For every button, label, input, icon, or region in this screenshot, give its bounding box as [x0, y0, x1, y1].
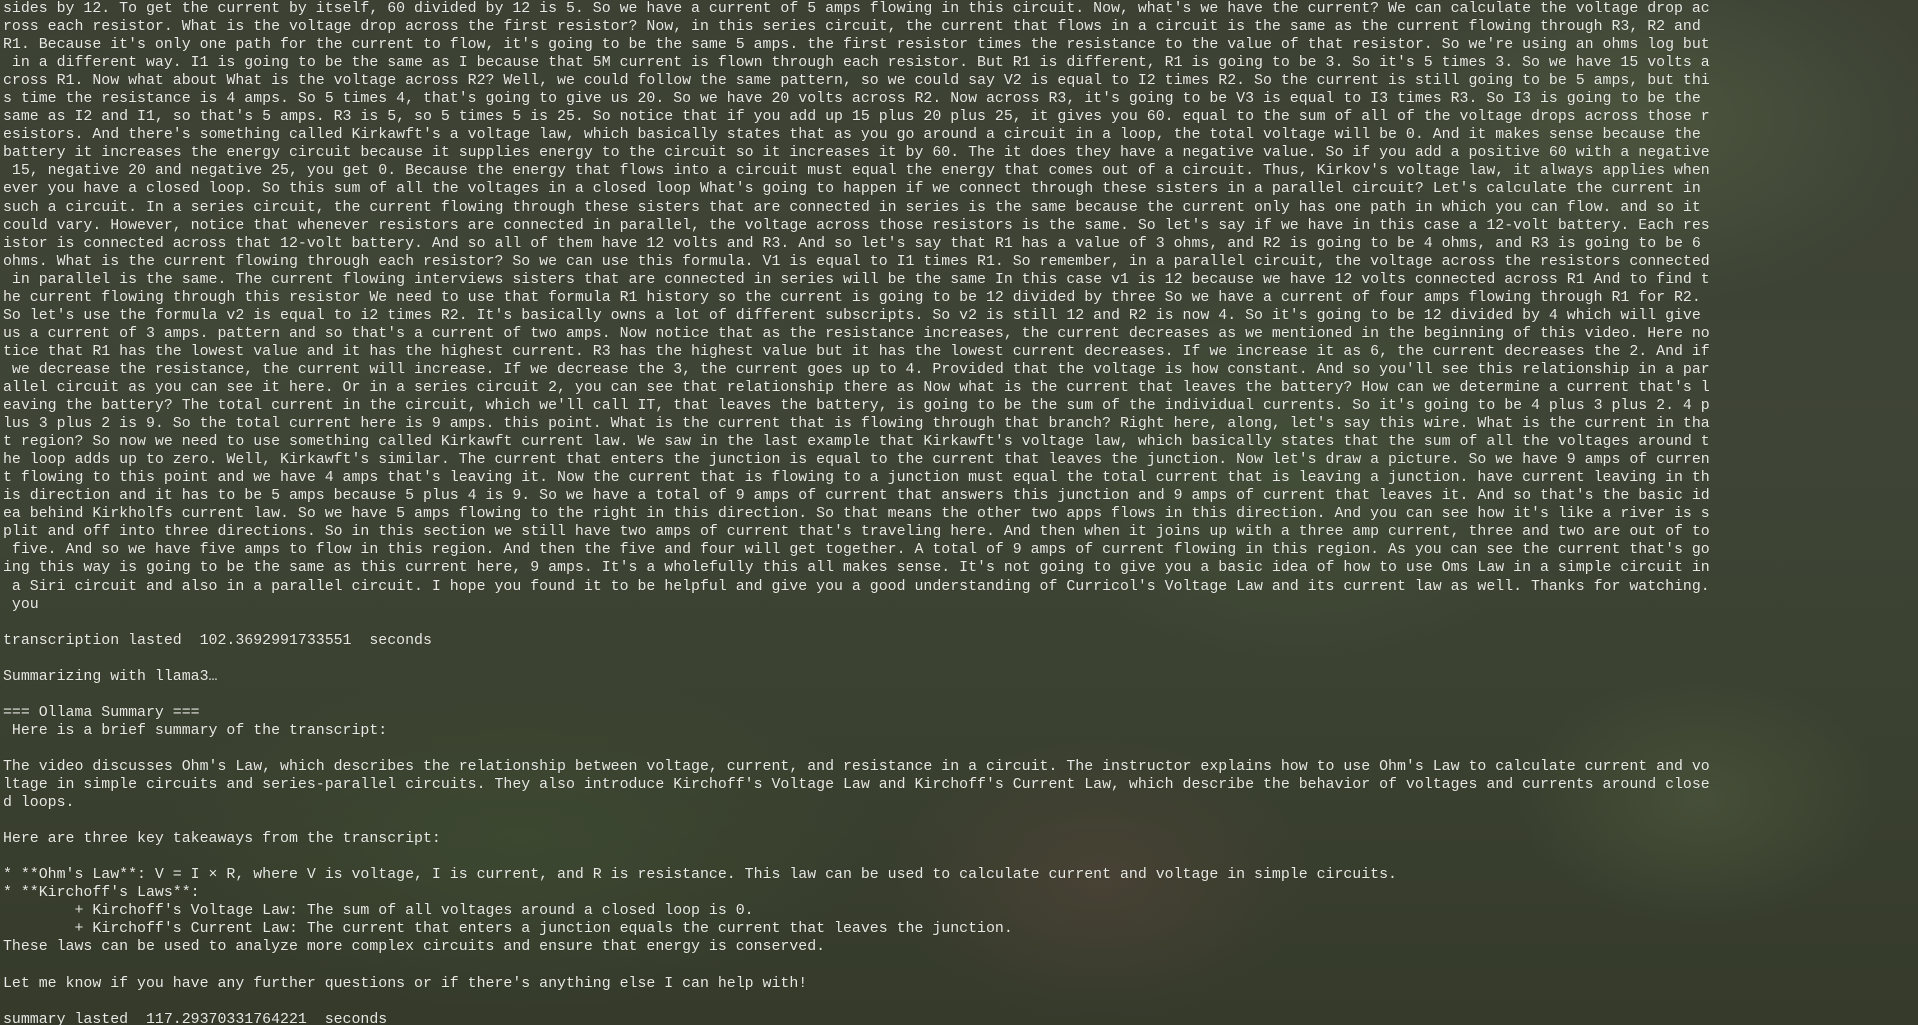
- terminal-line: + Kirchoff's Current Law: The current th…: [3, 921, 1013, 938]
- terminal-line: eaving the battery? The total current in…: [3, 398, 1710, 415]
- terminal-line: battery it increases the energy circuit …: [3, 145, 1710, 162]
- terminal-line: Here are three key takeaways from the tr…: [3, 831, 441, 848]
- terminal-line: * **Kirchoff's Laws**:: [3, 885, 200, 902]
- terminal-line: plit and off into three directions. So i…: [3, 524, 1710, 541]
- terminal-line: such a circuit. In a series circuit, the…: [3, 199, 1701, 216]
- terminal-line: allel circuit as you can see it here. Or…: [3, 379, 1710, 396]
- terminal-line: could vary. However, notice that wheneve…: [3, 217, 1710, 234]
- terminal-line: + Kirchoff's Voltage Law: The sum of all…: [3, 903, 754, 920]
- terminal-line: us a current of 3 amps. pattern and so t…: [3, 325, 1710, 342]
- terminal-line: Summarizing with llama3…: [3, 668, 218, 685]
- terminal-line: tice that R1 has the lowest value and it…: [3, 343, 1710, 360]
- terminal-line: These laws can be used to analyze more c…: [3, 939, 826, 956]
- terminal-line: s time the resistance is 4 amps. So 5 ti…: [3, 91, 1701, 108]
- terminal-line: five. And so we have five amps to flow i…: [3, 542, 1710, 559]
- terminal-line: So let's use the formula v2 is equal to …: [3, 307, 1701, 324]
- terminal-line: The video discusses Ohm's Law, which des…: [3, 758, 1710, 775]
- terminal-line: ever you have a closed loop. So this sum…: [3, 181, 1701, 198]
- terminal-line: Let me know if you have any further ques…: [3, 975, 808, 992]
- terminal-line: a Siri circuit and also in a parallel ci…: [3, 578, 1710, 595]
- terminal-line: ltage in simple circuits and series-para…: [3, 777, 1710, 794]
- terminal-line: same as I2 and I1, so that's 5 amps. R3 …: [3, 109, 1710, 126]
- terminal-line: t flowing to this point and we have 4 am…: [3, 470, 1710, 487]
- terminal-line: t region? So now we need to use somethin…: [3, 434, 1710, 451]
- terminal-line: in parallel is the same. The current flo…: [3, 271, 1710, 288]
- terminal-line: esistors. And there's something called K…: [3, 127, 1701, 144]
- terminal-line: ross each resistor. What is the voltage …: [3, 19, 1701, 36]
- terminal-line: Here is a brief summary of the transcrip…: [3, 722, 388, 739]
- terminal-line: in a different way. I1 is going to be th…: [3, 55, 1710, 72]
- terminal-line: summary lasted 117.29370331764221 second…: [3, 1011, 388, 1025]
- terminal-line: R1. Because it's only one path for the c…: [3, 37, 1710, 54]
- terminal-line: istor is connected across that 12-volt b…: [3, 235, 1701, 252]
- terminal-line: transcription lasted 102.3692991733551 s…: [3, 632, 432, 649]
- terminal-line: * **Ohm's Law**: V = I × R, where V is v…: [3, 867, 1397, 884]
- terminal-line: ing this way is going to be the same as …: [3, 560, 1710, 577]
- terminal-line: is direction and it has to be 5 amps bec…: [3, 488, 1710, 505]
- terminal-line: he current flowing through this resistor…: [3, 289, 1701, 306]
- terminal-line: cross R1. Now what about What is the vol…: [3, 73, 1710, 90]
- terminal-line: sides by 12. To get the current by itsel…: [3, 1, 1710, 17]
- terminal-line: lus 3 plus 2 is 9. So the total current …: [3, 416, 1710, 433]
- terminal-line: 15, negative 20 and negative 25, you get…: [3, 163, 1710, 180]
- terminal-line: d loops.: [3, 795, 75, 812]
- terminal-line: ea behind Kirkholfs current law. So we h…: [3, 506, 1710, 523]
- terminal-line: he loop adds up to zero. Well, Kirkawft'…: [3, 452, 1710, 469]
- terminal-window[interactable]: sides by 12. To get the current by itsel…: [3, 0, 1915, 1025]
- terminal-line: === Ollama Summary ===: [3, 704, 200, 721]
- terminal-line: you: [3, 596, 39, 613]
- terminal-line: we decrease the resistance, the current …: [3, 361, 1710, 378]
- terminal-line: ohms. What is the current flowing throug…: [3, 253, 1710, 270]
- terminal-output[interactable]: sides by 12. To get the current by itsel…: [3, 0, 1915, 1025]
